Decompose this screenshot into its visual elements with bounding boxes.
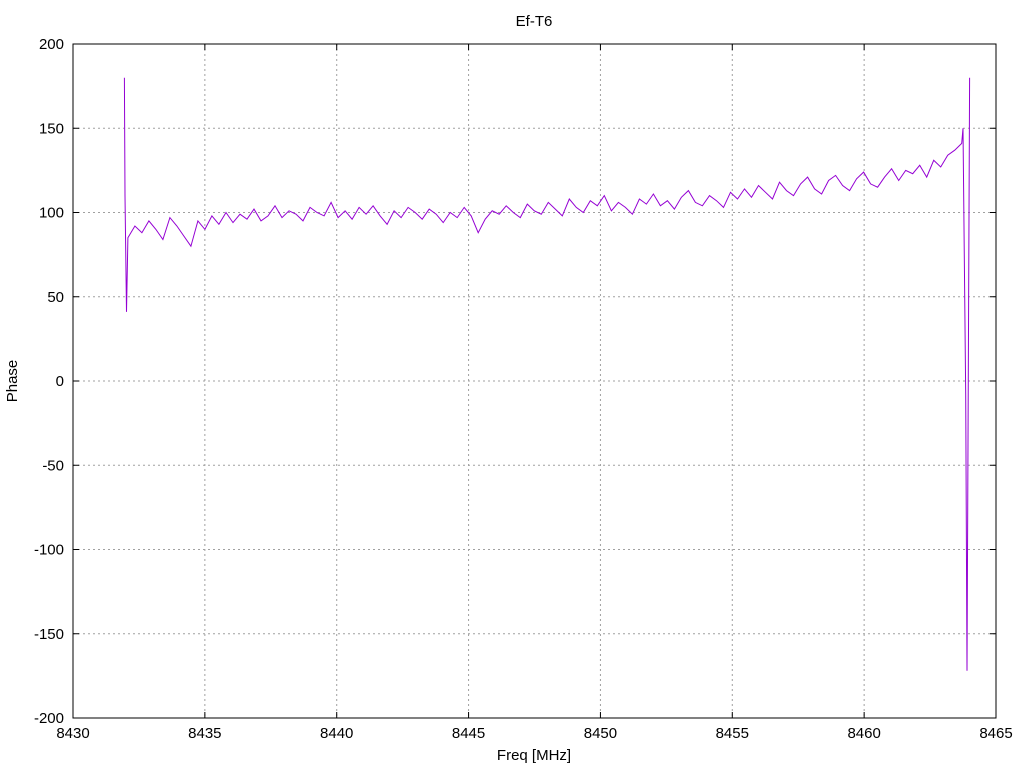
y-tick-label: 0 [56, 373, 64, 390]
y-tick-label: -150 [34, 626, 64, 643]
phase-chart: 8430 8435 8440 8445 8450 8455 8460 8465 -200 -150… [4, 13, 1013, 764]
y-tick-label: 150 [39, 120, 64, 137]
ticks: 8430 8435 8440 8445 8450 8455 8460 8465 -200 -150… [34, 36, 1013, 742]
series-layer [123, 77, 971, 671]
y-tick-label: 50 [47, 289, 64, 306]
y-tick-label: 100 [39, 205, 64, 222]
x-tick-label: 8430 [56, 725, 89, 742]
x-axis-label: Freq [MHz] [497, 747, 571, 764]
y-tick-label: -100 [34, 542, 64, 559]
y-tick-label: 200 [39, 36, 64, 53]
y-axis-label: Phase [4, 360, 21, 403]
y-tick-label: -50 [42, 457, 64, 474]
x-tick-label: 8465 [979, 725, 1012, 742]
x-tick-label: 8460 [847, 725, 880, 742]
x-tick-label: 8455 [716, 725, 749, 742]
y-tick-label: -200 [34, 710, 64, 727]
x-tick-label: 8435 [188, 725, 221, 742]
series-line-phase [123, 77, 971, 671]
grid [73, 44, 996, 718]
x-tick-label: 8450 [584, 725, 617, 742]
chart-title: Ef-T6 [516, 13, 553, 30]
x-tick-label: 8445 [452, 725, 485, 742]
x-tick-label: 8440 [320, 725, 353, 742]
